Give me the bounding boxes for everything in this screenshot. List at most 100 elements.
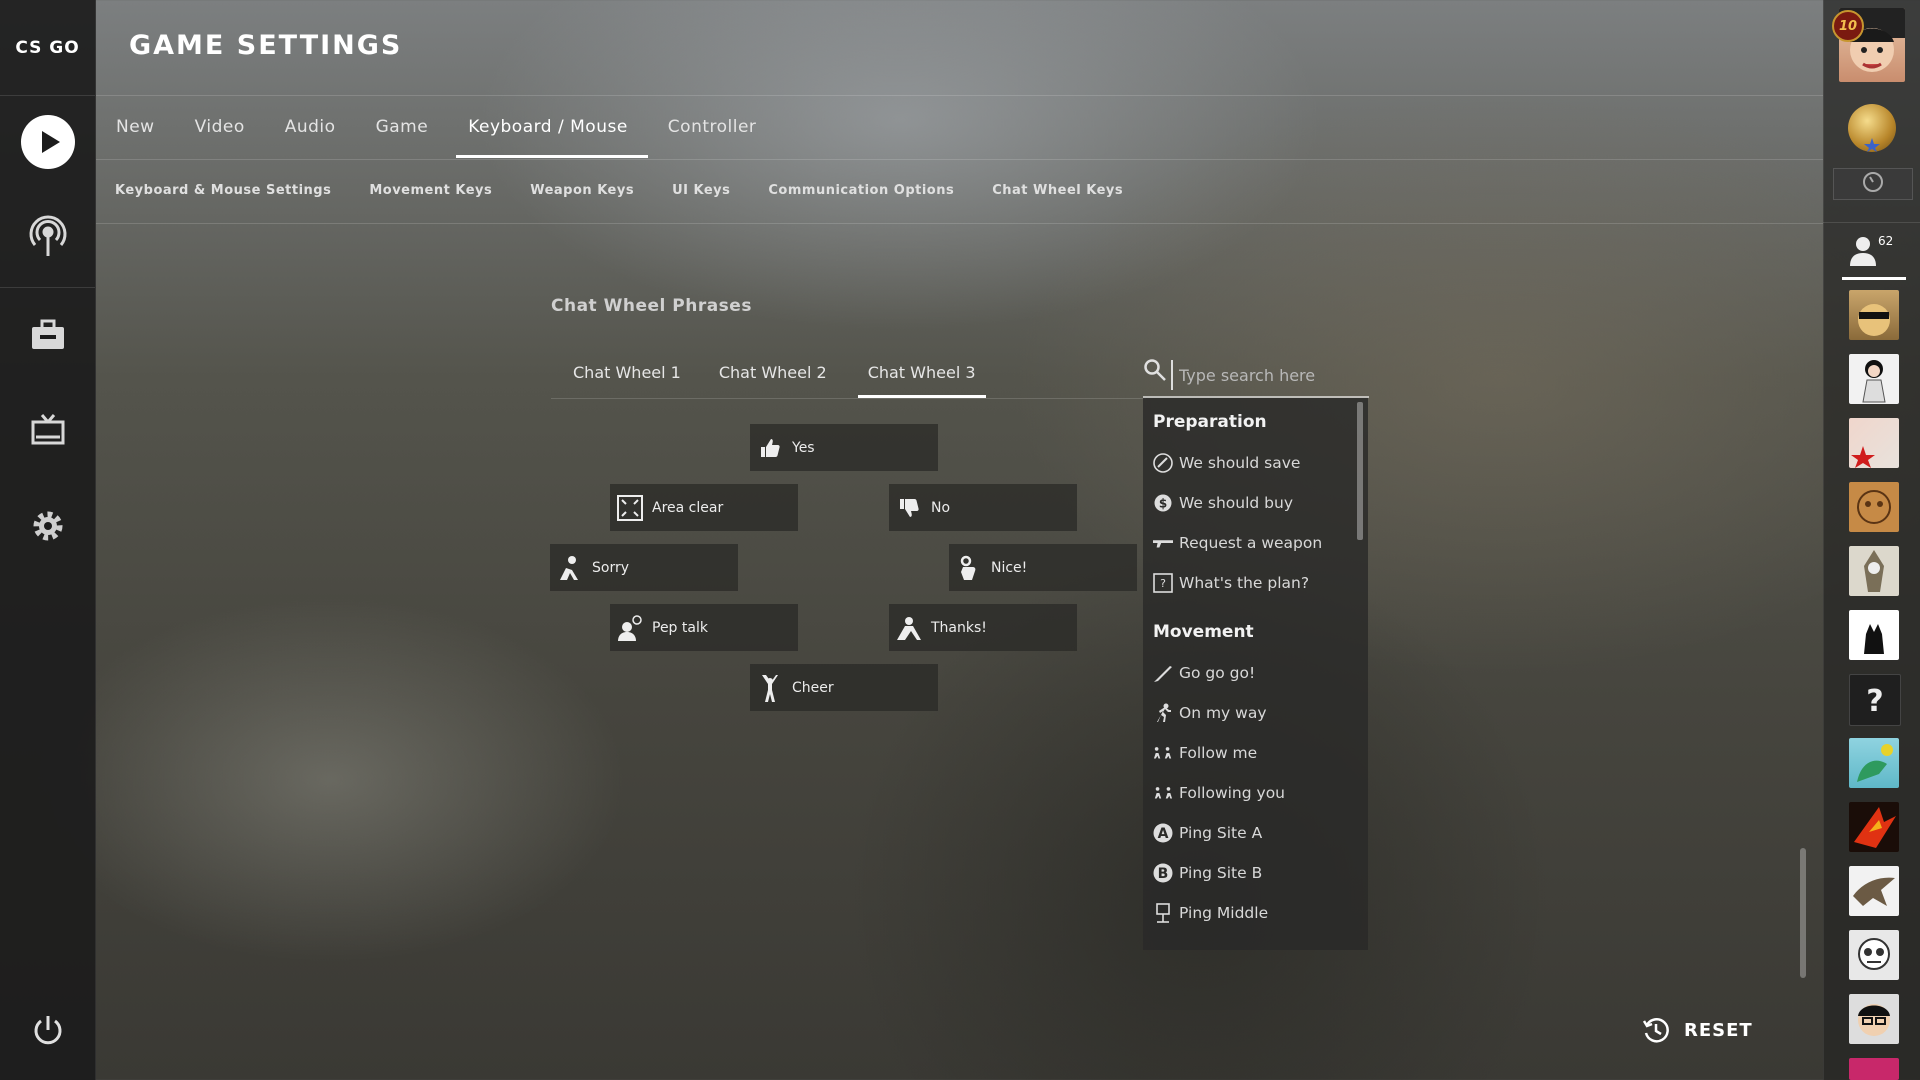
ok-hand-icon [955,554,983,582]
wheel-slot-no[interactable]: No [889,484,1077,531]
subtab-keyboard-mouse-settings[interactable]: Keyboard & Mouse Settings [96,160,350,222]
wheel-slot-sorry[interactable]: Sorry [550,544,738,591]
settings-tabs: New Video Audio Game Keyboard / Mouse Co… [96,96,776,158]
list-item[interactable]: We should save [1153,453,1300,473]
chat-wheel-tabs: Chat Wheel 1 Chat Wheel 2 Chat Wheel 3 [551,352,1146,399]
thumbs-up-icon [756,434,784,462]
friend-avatar[interactable]: ? [1849,674,1901,726]
play-button[interactable] [0,104,95,184]
friend-avatar[interactable] [1849,290,1899,340]
plan-icon: ? [1153,573,1173,593]
subtab-weapon-keys[interactable]: Weapon Keys [511,160,653,222]
friend-avatar[interactable] [1849,930,1899,980]
wheel-slot-area-clear[interactable]: Area clear [610,484,798,531]
left-nav: CS GO [0,0,96,1080]
tab-keyboard-mouse[interactable]: Keyboard / Mouse [448,96,648,158]
reset-history-icon [1642,1016,1670,1044]
tab-controller[interactable]: Controller [648,96,777,158]
list-item[interactable]: Following you [1153,783,1285,803]
list-item[interactable]: Request a weapon [1153,533,1322,553]
inventory-briefcase-icon [30,319,66,355]
tab-chat-wheel-3[interactable]: Chat Wheel 3 [857,352,986,398]
tab-chat-wheel-1[interactable]: Chat Wheel 1 [563,352,691,398]
page-scrollbar[interactable] [1800,848,1806,978]
running-icon [1153,703,1173,723]
svg-text:?: ? [1866,684,1883,719]
category-preparation: Preparation [1153,412,1267,432]
following-icon [1153,783,1173,803]
subtab-communication-options[interactable]: Communication Options [749,160,973,222]
csgo-logo[interactable]: CS GO [0,0,95,96]
friends-button[interactable]: 62 [1842,232,1906,280]
reset-button[interactable]: RESET [1642,1016,1753,1044]
friend-avatar[interactable] [1849,1058,1899,1080]
quit-button[interactable] [0,992,95,1072]
tab-audio[interactable]: Audio [265,96,356,158]
search-input[interactable] [1171,360,1371,390]
phrase-list[interactable]: Preparation We should save $ We should b… [1143,398,1368,950]
knife-icon [1153,663,1173,683]
wheel-slot-pep-talk[interactable]: Pep talk [610,604,798,651]
save-icon [1153,453,1173,473]
settings-button[interactable] [0,488,95,568]
friend-avatar[interactable] [1849,482,1899,532]
play-icon [20,114,76,174]
tab-chat-wheel-2[interactable]: Chat Wheel 2 [709,352,837,398]
tab-video[interactable]: Video [175,96,265,158]
wheel-slot-cheer[interactable]: Cheer [750,664,938,711]
friend-avatar[interactable] [1849,546,1899,596]
wheel-slot-yes[interactable]: Yes [750,424,938,471]
svg-text:$: $ [1159,497,1167,511]
friend-avatar[interactable] [1849,738,1899,788]
settings-gear-icon [31,509,65,547]
clock-icon [1862,171,1884,197]
watch-button[interactable] [0,392,95,472]
list-item[interactable]: ? What's the plan? [1153,573,1309,593]
search-icon [1143,358,1167,386]
wheel-slot-thanks[interactable]: Thanks! [889,604,1077,651]
friend-avatar[interactable] [1849,994,1899,1044]
friends-count: 62 [1878,234,1894,248]
cheer-icon [756,674,784,702]
follow-me-icon [1153,743,1173,763]
wheel-slot-nice[interactable]: Nice! [949,544,1137,591]
friend-avatar[interactable] [1849,418,1899,468]
friend-avatar[interactable] [1849,866,1899,916]
list-item[interactable]: B Ping Site B [1153,863,1262,883]
sorry-icon [556,554,584,582]
broadcast-icon [28,214,68,262]
svg-text:B: B [1158,866,1169,882]
friend-avatar[interactable] [1849,802,1899,852]
thanks-icon [895,614,923,642]
phrase-list-scrollbar[interactable] [1357,402,1363,540]
tab-game[interactable]: Game [356,96,449,158]
site-b-icon: B [1153,863,1173,883]
power-icon [31,1013,65,1051]
subtab-movement-keys[interactable]: Movement Keys [350,160,511,222]
friend-avatar[interactable] [1849,354,1899,404]
dollar-icon: $ [1153,493,1173,513]
list-item[interactable]: A Ping Site A [1153,823,1262,843]
list-item[interactable]: Follow me [1153,743,1257,763]
tab-new[interactable]: New [96,96,175,158]
inventory-button[interactable] [0,297,95,377]
list-item[interactable]: Go go go! [1153,663,1255,683]
pep-talk-icon [616,614,644,642]
list-item[interactable]: $ We should buy [1153,493,1293,513]
site-a-icon: A [1153,823,1173,843]
friend-avatar[interactable] [1849,610,1899,660]
watch-broadcast-button[interactable] [0,198,95,278]
subtabs: Keyboard & Mouse Settings Movement Keys … [96,160,1142,222]
rank-medal-icon[interactable] [1848,104,1896,152]
list-item[interactable]: Ping Middle [1153,903,1268,923]
subtab-ui-keys[interactable]: UI Keys [653,160,749,222]
friends-sidebar [1823,0,1920,1080]
phrase-search [1143,352,1371,398]
weapon-icon [1153,533,1173,553]
page-title: GAME SETTINGS [129,30,403,61]
level-badge: 10 [1832,10,1864,42]
watch-tv-icon [30,413,66,451]
subtab-chat-wheel-keys[interactable]: Chat Wheel Keys [973,160,1142,222]
match-timer-button[interactable] [1833,168,1913,200]
list-item[interactable]: On my way [1153,703,1267,723]
